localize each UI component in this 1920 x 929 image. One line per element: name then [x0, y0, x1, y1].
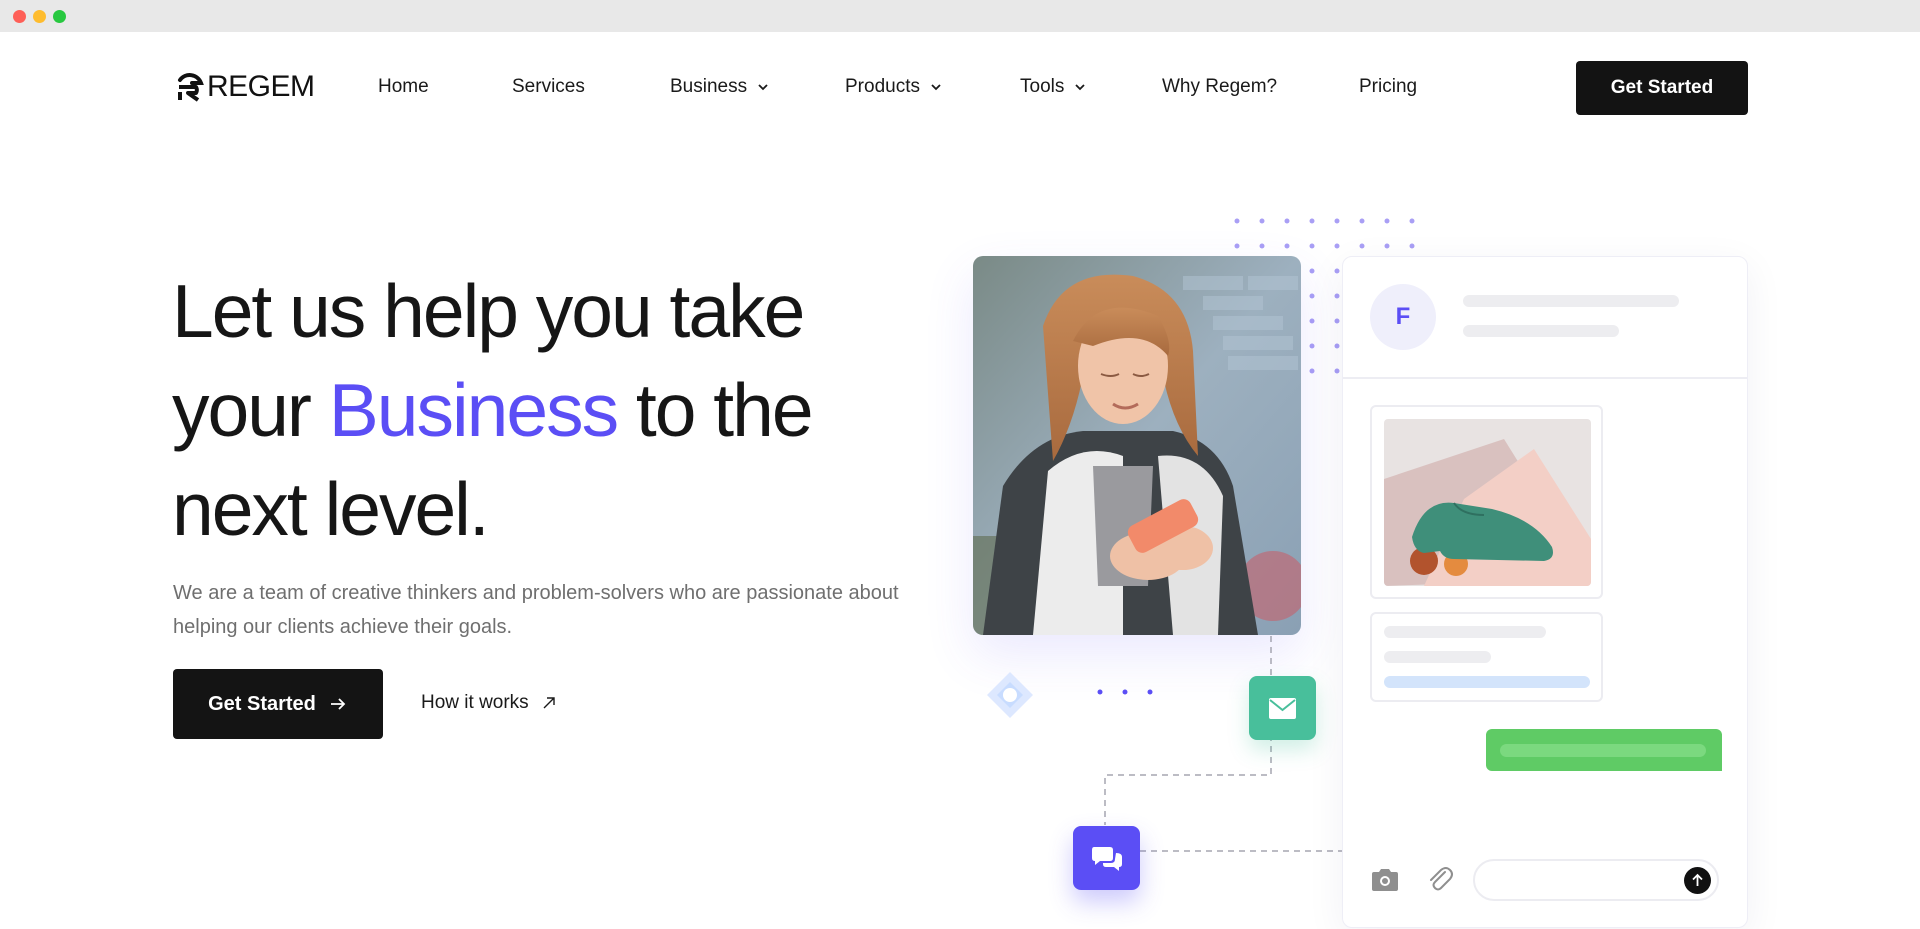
decorative-diamond-icon	[987, 672, 1033, 718]
arrow-right-icon	[330, 698, 346, 710]
brand-logo-text: REGEM	[207, 70, 315, 103]
nav-item-pricing[interactable]: Pricing	[1359, 76, 1417, 98]
skeleton-line	[1463, 325, 1619, 337]
chat-message-input[interactable]	[1473, 859, 1719, 901]
chevron-down-icon	[758, 84, 768, 91]
mail-tile	[1249, 676, 1316, 740]
chat-header-divider	[1343, 377, 1747, 379]
decorative-three-dots	[1097, 689, 1153, 695]
nav-item-label: Pricing	[1359, 76, 1418, 97]
browser-titlebar	[0, 0, 1920, 32]
woman-with-phone-photo	[973, 256, 1301, 635]
product-image-message	[1370, 405, 1603, 599]
nav-item-business[interactable]: Business	[670, 76, 769, 98]
brand-logo[interactable]: REGEM	[174, 70, 315, 104]
hero-headline: Let us help you take your Business to th…	[172, 262, 952, 559]
header-get-started-button[interactable]: Get Started	[1576, 61, 1748, 115]
headline-line-2-end: to the	[617, 368, 814, 452]
headline-accent-word: Business	[328, 368, 619, 452]
nav-item-home[interactable]: Home	[378, 76, 429, 98]
headline-line-1: Let us help you take	[172, 269, 805, 353]
hero-get-started-button[interactable]: Get Started	[173, 669, 383, 739]
hero-get-started-label: Get Started	[208, 692, 316, 715]
hero-subtext: We are a team of creative thinkers and p…	[173, 582, 899, 638]
regem-r-logo-icon	[178, 73, 204, 102]
nav-item-label: Home	[378, 76, 429, 97]
green-shoe-product-image	[1384, 419, 1591, 586]
nav-item-services[interactable]: Services	[512, 76, 585, 98]
skeleton-line	[1384, 651, 1491, 663]
window-maximize-button[interactable]	[53, 10, 66, 23]
window-minimize-button[interactable]	[33, 10, 46, 23]
camera-icon[interactable]	[1370, 867, 1400, 893]
how-it-works-label: How it works	[421, 692, 529, 713]
nav-item-label: Tools	[1020, 76, 1065, 97]
nav-item-why-regem[interactable]: Why Regem?	[1162, 76, 1277, 98]
chat-avatar: F	[1370, 284, 1436, 350]
sent-message-bubble	[1486, 729, 1722, 771]
nav-item-label: Products	[845, 76, 920, 97]
skeleton-line	[1384, 626, 1546, 638]
arrow-up-right-icon	[543, 697, 555, 709]
nav-item-label: Services	[512, 76, 585, 97]
chat-tile	[1073, 826, 1140, 890]
mail-icon	[1269, 697, 1296, 719]
chevron-down-icon	[1075, 84, 1085, 91]
send-arrow-icon	[1692, 873, 1703, 886]
chevron-down-icon	[931, 84, 941, 91]
text-message-bubble	[1370, 612, 1603, 702]
skeleton-line	[1463, 295, 1679, 307]
skeleton-link-line	[1384, 676, 1590, 688]
send-button[interactable]	[1684, 867, 1711, 894]
dashed-connector-lines	[1104, 636, 1342, 852]
nav-item-label: Why Regem?	[1162, 76, 1278, 97]
window-close-button[interactable]	[13, 10, 26, 23]
headline-line-2-start: your	[172, 368, 329, 452]
chat-window-mockup: F	[1342, 256, 1748, 928]
how-it-works-link[interactable]: How it works	[421, 692, 557, 714]
nav-item-tools[interactable]: Tools	[1020, 76, 1086, 98]
skeleton-line	[1500, 744, 1706, 757]
nav-item-label: Business	[670, 76, 748, 97]
paperclip-icon[interactable]	[1425, 864, 1455, 894]
chat-bubbles-icon	[1091, 847, 1122, 871]
headline-line-3: next level.	[172, 467, 490, 551]
nav-item-products[interactable]: Products	[845, 76, 942, 98]
